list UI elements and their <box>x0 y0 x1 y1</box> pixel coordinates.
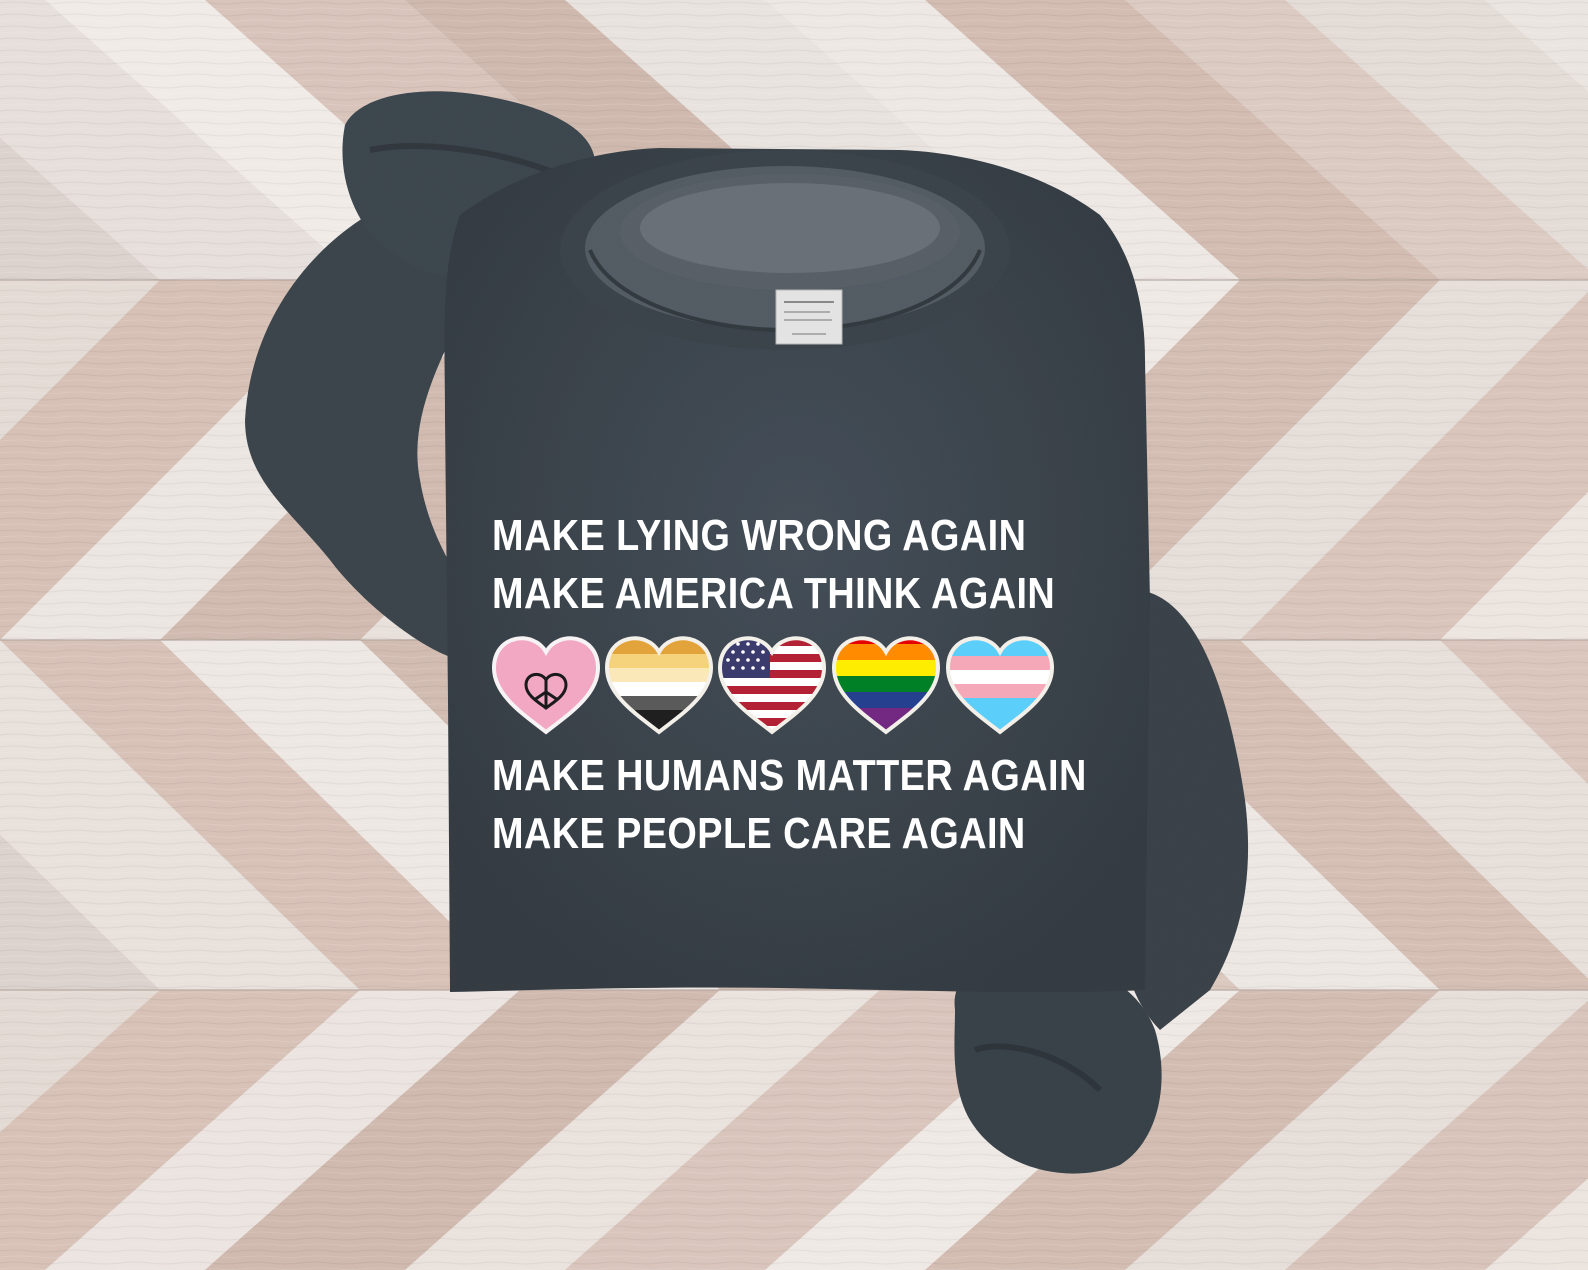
print-line-america: MAKE AMERICA THINK AGAIN <box>492 569 1056 618</box>
print-line-people: MAKE PEOPLE CARE AGAIN <box>492 809 1026 858</box>
print-line-lying: MAKE LYING WRONG AGAIN <box>492 511 1027 560</box>
neck-tag <box>775 289 843 345</box>
print-line-humans: MAKE HUMANS MATTER AGAIN <box>492 751 1087 800</box>
product-photo <box>0 0 1588 1270</box>
